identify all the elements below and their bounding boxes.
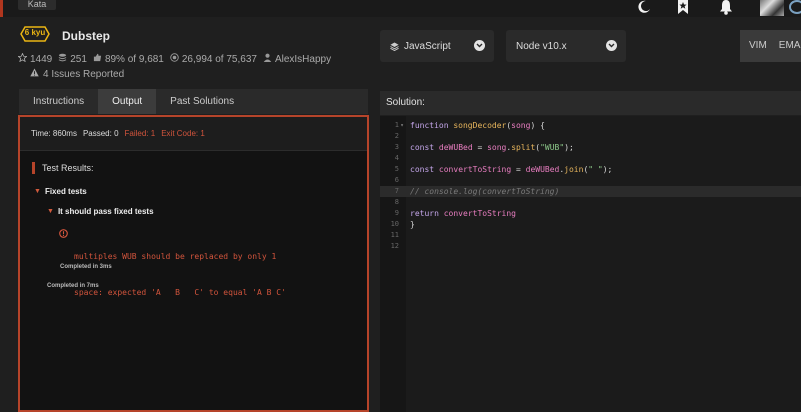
code-line-4[interactable]: 4 bbox=[380, 153, 801, 164]
collections-stat[interactable]: 251 bbox=[58, 53, 87, 65]
editor-mode-toggle: VIM EMA bbox=[740, 30, 801, 62]
emacs-mode-button[interactable]: EMA bbox=[776, 30, 801, 62]
code-line-5[interactable]: 5 const convertToString = deWUBed.join("… bbox=[380, 164, 801, 175]
thumbs-up-icon bbox=[93, 53, 102, 65]
caret-down-icon: ▼ bbox=[34, 188, 41, 195]
runtime-value: Node v10.x bbox=[516, 40, 567, 52]
layers-icon bbox=[390, 41, 399, 51]
error-icon bbox=[59, 229, 68, 323]
output-panel: Time: 860ms Passed: 0 Failed: 1 Exit Cod… bbox=[18, 115, 369, 412]
bell-icon[interactable] bbox=[716, 0, 736, 16]
kata-stats: 1449 251 89% of 9,681 26,994 of 75,637 A… bbox=[17, 52, 331, 65]
vim-mode-button[interactable]: VIM bbox=[740, 30, 776, 62]
runtime-select[interactable]: Node v10.x bbox=[506, 30, 626, 62]
tab-output[interactable]: Output bbox=[98, 89, 157, 114]
failed-label: Failed: 1 bbox=[124, 129, 156, 138]
completed-inner: Completed in 3ms bbox=[60, 264, 112, 270]
code-line-10[interactable]: 10 } bbox=[380, 219, 801, 230]
tab-instructions[interactable]: Instructions bbox=[19, 89, 98, 114]
code-line-11[interactable]: 11 bbox=[380, 230, 801, 241]
code-line-6[interactable]: 6 bbox=[380, 175, 801, 186]
time-label: Time: 860ms bbox=[31, 129, 77, 138]
failure-line-1: multiples WUB should be replaced by only… bbox=[74, 252, 277, 261]
avatar[interactable] bbox=[760, 0, 784, 16]
moon-icon[interactable] bbox=[634, 0, 654, 16]
top-tab[interactable]: Kata bbox=[18, 0, 56, 10]
tab-past-solutions[interactable]: Past Solutions bbox=[156, 89, 248, 114]
caret-down-icon: ▼ bbox=[47, 208, 54, 215]
stack-icon bbox=[58, 53, 67, 65]
rank-badge: 6 kyu bbox=[20, 26, 50, 42]
chevron-down-icon bbox=[606, 40, 617, 51]
user-icon bbox=[263, 53, 272, 65]
top-bar: Kata bbox=[0, 0, 801, 17]
exit-code-label: Exit Code: 1 bbox=[161, 129, 205, 138]
code-line-7[interactable]: 7 // console.log(convertToString) bbox=[380, 186, 801, 197]
bookmark-icon[interactable] bbox=[673, 0, 693, 16]
target-icon bbox=[170, 53, 179, 65]
code-line-1[interactable]: 1 ▾ function songDecoder(song) { bbox=[380, 120, 801, 131]
passed-label: Passed: 0 bbox=[82, 129, 119, 138]
code-line-3[interactable]: 3 const deWUBed = song.split("WUB"); bbox=[380, 142, 801, 153]
issues-link[interactable]: 4 Issues Reported bbox=[30, 68, 124, 80]
completions-stat: 26,994 of 75,637 bbox=[170, 53, 257, 65]
failure-message: multiples WUB should be replaced by only… bbox=[59, 227, 286, 323]
rank-label: 6 kyu bbox=[24, 28, 46, 37]
output-summary: Time: 860ms Passed: 0 Failed: 1 Exit Cod… bbox=[20, 117, 367, 151]
votes-stat[interactable]: 1449 bbox=[17, 52, 52, 65]
star-icon bbox=[17, 52, 28, 65]
profile-ring-icon[interactable] bbox=[789, 0, 801, 14]
code-editor[interactable]: 1 ▾ function songDecoder(song) { 2 3 cons… bbox=[380, 116, 801, 412]
language-select[interactable]: JavaScript bbox=[380, 30, 494, 62]
code-line-9[interactable]: 9 return convertToString bbox=[380, 208, 801, 219]
panel-tabs: Instructions Output Past Solutions bbox=[19, 89, 368, 114]
brand-strip bbox=[0, 0, 3, 17]
completed-outer: Completed in 7ms bbox=[47, 283, 99, 289]
kata-title: Dubstep bbox=[62, 29, 110, 43]
fold-arrow-icon[interactable]: ▾ bbox=[399, 120, 405, 131]
code-line-2[interactable]: 2 bbox=[380, 131, 801, 142]
failure-line-2: space: expected 'A B C' to equal 'A B C' bbox=[74, 288, 286, 297]
test-subgroup[interactable]: ▼ It should pass fixed tests bbox=[47, 207, 154, 216]
author-stat[interactable]: AlexIsHappy bbox=[263, 53, 331, 65]
chevron-down-icon bbox=[474, 40, 485, 51]
satisfaction-stat: 89% of 9,681 bbox=[93, 53, 164, 65]
code-line-12[interactable]: 12 bbox=[380, 241, 801, 252]
test-group-fixed[interactable]: ▼ Fixed tests bbox=[34, 187, 87, 196]
test-results-heading: Test Results: bbox=[32, 162, 94, 174]
language-value: JavaScript bbox=[404, 40, 451, 52]
code-line-8[interactable]: 8 bbox=[380, 197, 801, 208]
warning-icon bbox=[30, 68, 39, 80]
solution-header: Solution: bbox=[380, 91, 801, 115]
